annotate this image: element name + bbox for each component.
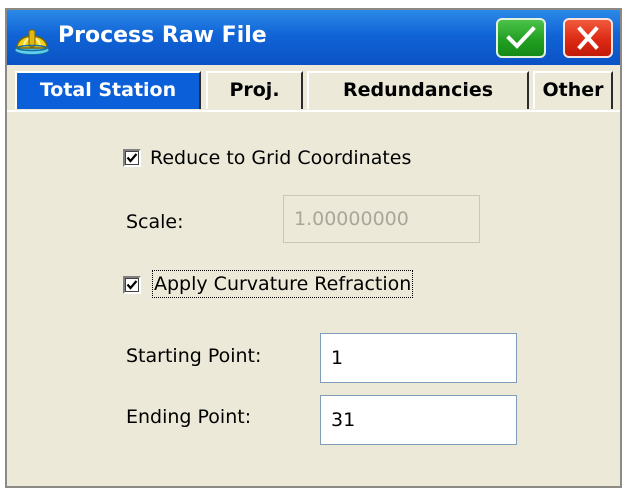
reduce-grid-label[interactable]: Reduce to Grid Coordinates (150, 145, 411, 171)
starting-point-input[interactable]: 1 (320, 333, 517, 383)
hard-hat-app-icon (14, 29, 50, 55)
tab-total-station[interactable]: Total Station (15, 71, 201, 109)
checkmark-icon (506, 26, 536, 49)
ok-button[interactable] (496, 18, 546, 58)
checkmark-icon (126, 153, 138, 163)
tab-proj[interactable]: Proj. (206, 71, 303, 109)
ending-point-input[interactable]: 31 (320, 395, 517, 445)
starting-point-label: Starting Point: (126, 345, 262, 367)
ending-point-label: Ending Point: (126, 406, 252, 428)
reduce-grid-checkbox[interactable] (123, 149, 141, 167)
tab-redundancies[interactable]: Redundancies (307, 71, 529, 109)
scale-label: Scale: (126, 211, 184, 233)
close-button[interactable] (563, 18, 613, 58)
total-station-panel: Reduce to Grid Coordinates Scale: 1.0000… (7, 112, 620, 486)
curvature-refraction-label[interactable]: Apply Curvature Refraction (151, 270, 414, 298)
tab-other[interactable]: Other (533, 71, 613, 109)
title-bar: Process Raw File (7, 10, 620, 65)
window-title: Process Raw File (58, 23, 267, 48)
process-raw-file-dialog: Process Raw File Total Station Proj. Red… (5, 8, 622, 488)
curvature-refraction-checkbox[interactable] (123, 276, 141, 294)
tab-strip: Total Station Proj. Redundancies Other (7, 65, 620, 117)
scale-field: 1.00000000 (283, 195, 480, 243)
checkmark-icon (126, 280, 138, 290)
close-x-icon (577, 26, 599, 50)
